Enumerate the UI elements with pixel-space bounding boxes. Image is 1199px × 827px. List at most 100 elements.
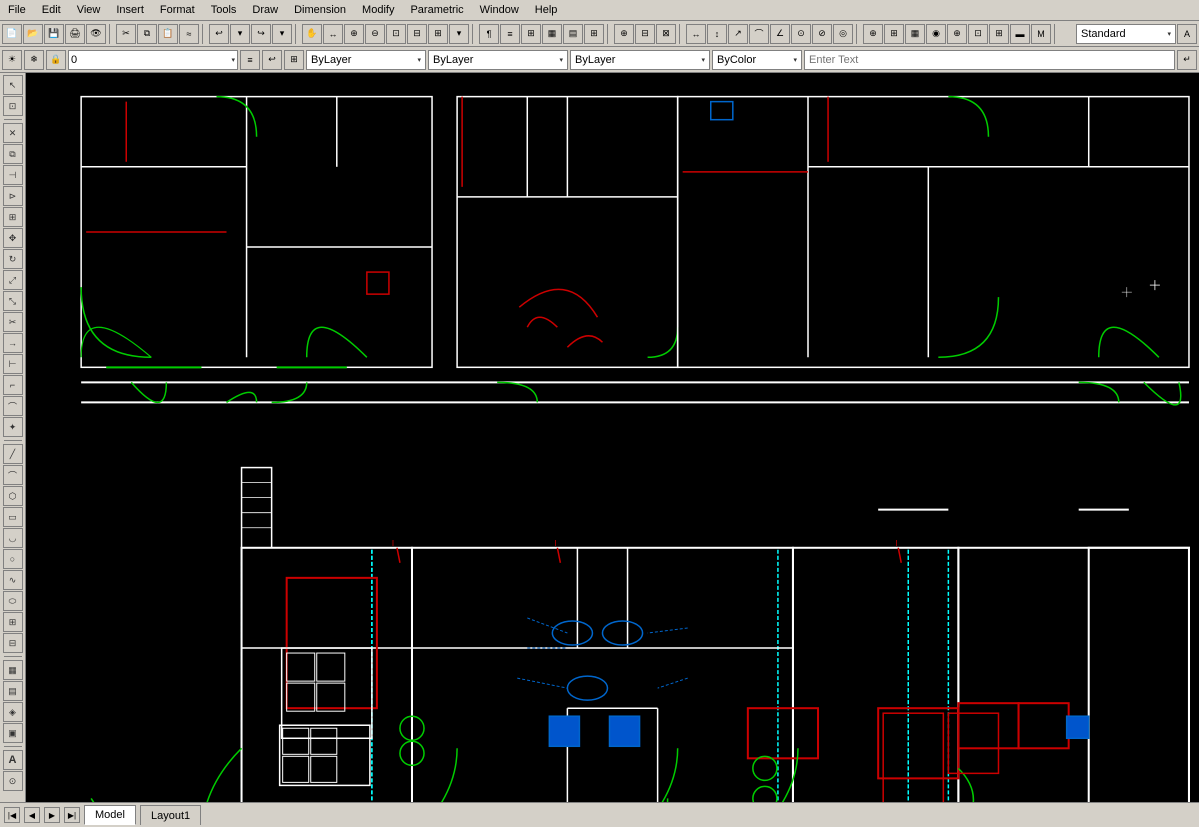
open-button[interactable]: 📂 (23, 24, 43, 44)
save-button[interactable]: 💾 (44, 24, 64, 44)
menu-view[interactable]: View (69, 2, 109, 18)
erase-button[interactable]: ✕ (3, 123, 23, 143)
matchprop-button[interactable]: ≈ (179, 24, 199, 44)
text-confirm-btn[interactable]: ↵ (1177, 50, 1197, 70)
zoomin-button[interactable]: ⊕ (344, 24, 364, 44)
mirror-button[interactable]: ⊣ (3, 165, 23, 185)
dimension-btn6[interactable]: ⊙ (791, 24, 811, 44)
menu-help[interactable]: Help (527, 2, 566, 18)
line-button[interactable]: ╱ (3, 444, 23, 464)
text-style-dropdown[interactable]: Standard ▾ (1076, 24, 1176, 44)
select-window-btn[interactable]: ⊡ (3, 96, 23, 116)
dimension-btn4[interactable]: ⌒ (749, 24, 769, 44)
arc-button[interactable]: ◡ (3, 528, 23, 548)
pline-button[interactable]: ⌒ (3, 465, 23, 485)
ducs-button[interactable]: ⊡ (968, 24, 988, 44)
menu-format[interactable]: Format (152, 2, 203, 18)
wipeout-btn[interactable]: ▣ (3, 723, 23, 743)
dimension-btn3[interactable]: ↗ (728, 24, 748, 44)
linetype-dropdown[interactable]: ByLayer ▾ (428, 50, 568, 70)
scroll-left-first[interactable]: |◀ (4, 807, 20, 823)
zoom-dropdown[interactable]: ▾ (449, 24, 469, 44)
undo-dropdown[interactable]: ▾ (230, 24, 250, 44)
break-button[interactable]: ⊢ (3, 354, 23, 374)
rect-button[interactable]: ▭ (3, 507, 23, 527)
dimension-btn5[interactable]: ∠ (770, 24, 790, 44)
gradient-draw-btn[interactable]: ▤ (3, 681, 23, 701)
dimension-btn1[interactable]: ↔ (686, 24, 706, 44)
pan-button[interactable]: ✋ (302, 24, 322, 44)
stretch-button[interactable]: ⤡ (3, 291, 23, 311)
text-height-btn[interactable]: A (1177, 24, 1197, 44)
osnap-button[interactable]: ⊕ (863, 24, 883, 44)
lw-button[interactable]: ▬ (1010, 24, 1030, 44)
menu-file[interactable]: File (0, 2, 34, 18)
zoomext-button[interactable]: ⊟ (407, 24, 427, 44)
layer-button[interactable]: ≡ (500, 24, 520, 44)
dimension-btn8[interactable]: ◎ (833, 24, 853, 44)
make-block-btn[interactable]: ⊟ (3, 633, 23, 653)
dimension-btn7[interactable]: ⊘ (812, 24, 832, 44)
table-button[interactable]: ⊞ (584, 24, 604, 44)
wblock-button[interactable]: ⊟ (635, 24, 655, 44)
trim-button[interactable]: ✂ (3, 312, 23, 332)
layer-freeze-btn[interactable]: ❄ (24, 50, 44, 70)
menu-modify[interactable]: Modify (354, 2, 402, 18)
attdef-btn[interactable]: ⊙ (3, 771, 23, 791)
menu-dimension[interactable]: Dimension (286, 2, 354, 18)
scroll-right[interactable]: ▶ (44, 807, 60, 823)
scroll-right-last[interactable]: ▶| (64, 807, 80, 823)
menu-edit[interactable]: Edit (34, 2, 69, 18)
gradient-button[interactable]: ▤ (563, 24, 583, 44)
mtext-btn[interactable]: A (3, 750, 23, 770)
undo-button[interactable]: ↩ (209, 24, 229, 44)
menu-draw[interactable]: Draw (244, 2, 286, 18)
grid-button[interactable]: ▦ (905, 24, 925, 44)
preview-button[interactable]: 👁 (86, 24, 106, 44)
ellipse-button[interactable]: ⬭ (3, 591, 23, 611)
array-button[interactable]: ⊞ (3, 207, 23, 227)
chamfer-button[interactable]: ⌐ (3, 375, 23, 395)
realtime-button[interactable]: ↔ (323, 24, 343, 44)
dyn-button[interactable]: ⊞ (989, 24, 1009, 44)
menu-insert[interactable]: Insert (108, 2, 152, 18)
new-button[interactable]: 📄 (2, 24, 22, 44)
scale-button[interactable]: ⤢ (3, 270, 23, 290)
print-button[interactable]: 🖨 (65, 24, 85, 44)
zoomout-button[interactable]: ⊖ (365, 24, 385, 44)
scroll-left[interactable]: ◀ (24, 807, 40, 823)
cut-button[interactable]: ✂ (116, 24, 136, 44)
menu-window[interactable]: Window (472, 2, 527, 18)
text-input[interactable] (804, 50, 1175, 70)
menu-parametric[interactable]: Parametric (402, 2, 471, 18)
layer-prev-btn[interactable]: ↩ (262, 50, 282, 70)
zoomwin-button[interactable]: ⊡ (386, 24, 406, 44)
layer-state-btn[interactable]: ☀ (2, 50, 22, 70)
redo-button[interactable]: ↪ (251, 24, 271, 44)
explode-button[interactable]: ✦ (3, 417, 23, 437)
insert-block-btn[interactable]: ⊞ (3, 612, 23, 632)
paste-button[interactable]: 📋 (158, 24, 178, 44)
xref-button[interactable]: ⊠ (656, 24, 676, 44)
rotate-button[interactable]: ↻ (3, 249, 23, 269)
polar-button[interactable]: ◉ (926, 24, 946, 44)
otrack-button[interactable]: ⊕ (947, 24, 967, 44)
select-button[interactable]: ↖ (3, 75, 23, 95)
layer-lock-btn[interactable]: 🔒 (46, 50, 66, 70)
offset-button[interactable]: ⊳ (3, 186, 23, 206)
redo-dropdown[interactable]: ▾ (272, 24, 292, 44)
layer-extra1-btn[interactable]: ⊞ (284, 50, 304, 70)
copy-button[interactable]: ⧉ (137, 24, 157, 44)
canvas-area[interactable]: I I I (26, 73, 1199, 802)
fillet-button[interactable]: ⌒ (3, 396, 23, 416)
plot-style-dropdown[interactable]: ByColor ▾ (712, 50, 802, 70)
layer-manager-btn[interactable]: ≡ (240, 50, 260, 70)
layer-dropdown[interactable]: 0 ▾ (68, 50, 238, 70)
hatch-button[interactable]: ▦ (542, 24, 562, 44)
polygon-button[interactable]: ⬡ (3, 486, 23, 506)
dimension-btn2[interactable]: ↕ (707, 24, 727, 44)
lineweight-dropdown[interactable]: ByLayer ▾ (570, 50, 710, 70)
move-button[interactable]: ✥ (3, 228, 23, 248)
spline-button[interactable]: ∿ (3, 570, 23, 590)
circle-button[interactable]: ○ (3, 549, 23, 569)
